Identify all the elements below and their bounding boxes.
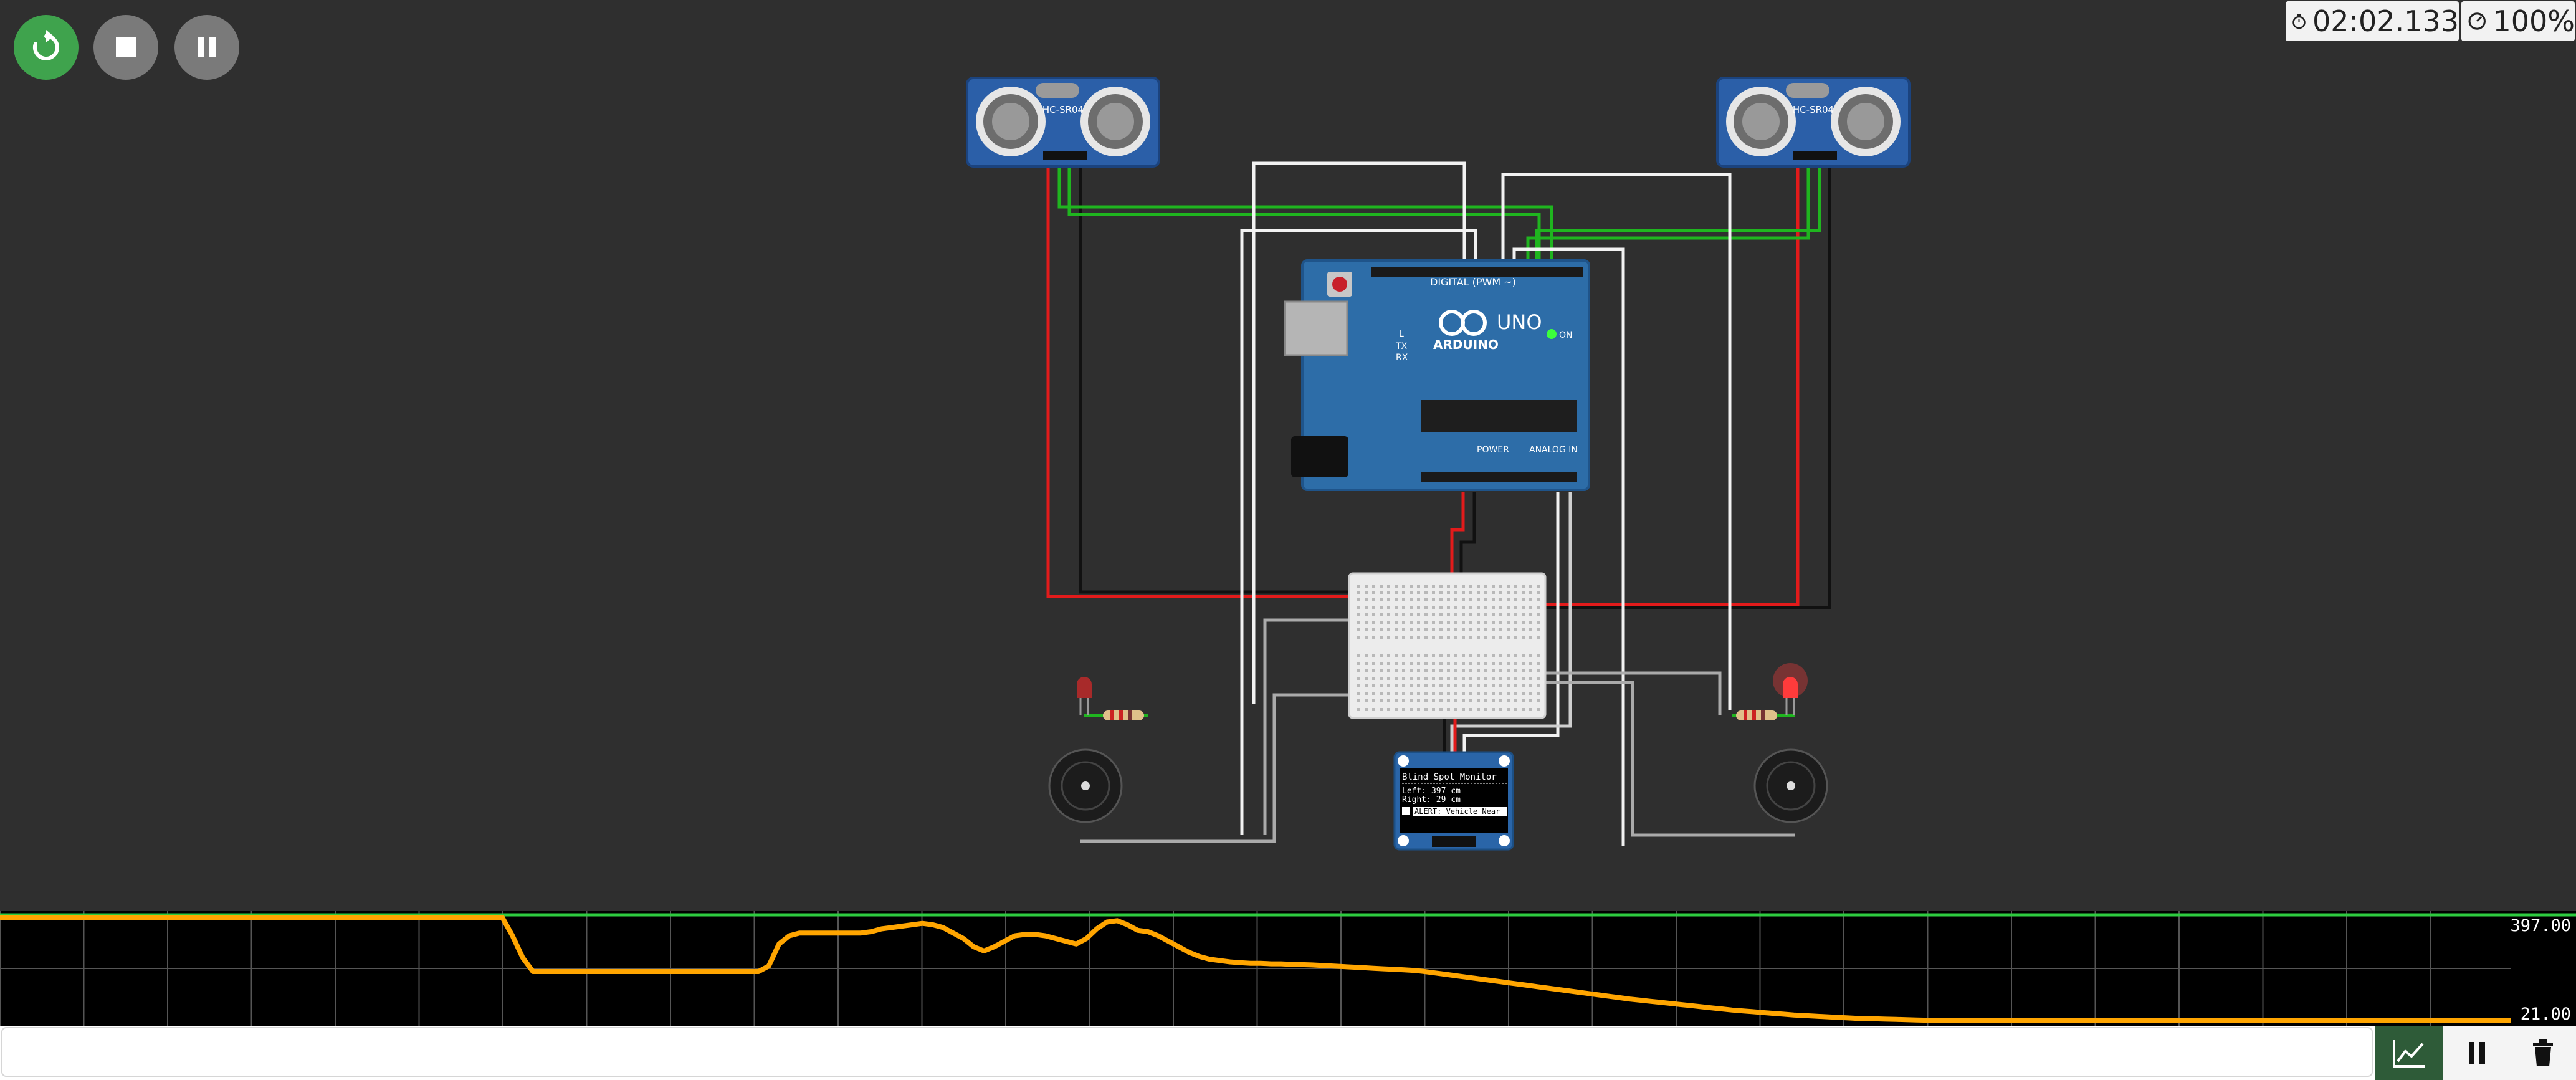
analog-label: ANALOG IN — [1529, 445, 1578, 455]
digital-header — [1371, 267, 1583, 277]
ultrasonic-sensor-right[interactable]: HC-SR04 — [1716, 77, 1911, 168]
usb-port — [1284, 300, 1348, 356]
wire-right-trig — [1535, 162, 1821, 267]
reset-button — [1332, 277, 1347, 292]
serial-input[interactable] — [1, 1027, 2373, 1077]
digital-label: DIGITAL (PWM ~) — [1430, 276, 1516, 288]
ultrasonic-sensor-left[interactable]: HC-SR04 — [966, 77, 1160, 168]
breadboard[interactable] — [1348, 572, 1547, 719]
oled-right-distance: Right: 29 cm — [1402, 795, 1461, 805]
serial-plotter: 397.00 21.00 — [0, 911, 2576, 1026]
resistor-right — [1736, 710, 1777, 720]
plotter-chart — [0, 911, 2576, 1026]
arduino-model: UNO — [1497, 310, 1542, 334]
trash-icon — [2533, 1039, 2553, 1066]
oled-display[interactable]: Blind Spot Monitor Left: 397 cm Right: 2… — [1393, 751, 1514, 851]
pause-icon — [2469, 1041, 2485, 1064]
sensor-left-label: HC-SR04 — [1042, 104, 1084, 115]
plotter-max-label: 397.00 — [2510, 916, 2571, 935]
oled-left-distance: Left: 397 cm — [1402, 786, 1461, 796]
serial-pause-button[interactable] — [2443, 1026, 2511, 1080]
oled-alert: ALERT: Vehicle Near — [1414, 807, 1500, 816]
led-left[interactable] — [1077, 677, 1092, 715]
buzzer-right[interactable] — [1753, 748, 1828, 823]
arduino-brand: ARDUINO — [1433, 337, 1499, 352]
atmega-chip — [1421, 400, 1577, 432]
rx-label: RX — [1396, 353, 1408, 363]
on-label: ON — [1559, 330, 1573, 340]
tx-label: TX — [1395, 342, 1408, 351]
power-label: POWER — [1477, 445, 1509, 455]
wire-right-echo — [1526, 162, 1810, 267]
power-jack — [1291, 436, 1348, 477]
on-led — [1547, 329, 1557, 339]
wire-left-echo — [1067, 162, 1541, 267]
plotter-min-label: 21.00 — [2520, 1005, 2571, 1024]
sensor-right-label: HC-SR04 — [1793, 104, 1834, 115]
buzzer-left[interactable] — [1048, 748, 1123, 823]
circuit-canvas[interactable]: HC-SR04 HC-SR04 DIGITAL (PWM ~) ARDUINO … — [0, 0, 2576, 911]
led-right[interactable] — [1773, 663, 1808, 715]
oled-title: Blind Spot Monitor — [1402, 772, 1497, 782]
l-label: L — [1399, 329, 1404, 339]
arduino-uno-board[interactable]: DIGITAL (PWM ~) ARDUINO UNO ON L TX RX P… — [1284, 259, 1590, 491]
chart-icon — [2393, 1039, 2425, 1068]
plotter-toggle-button[interactable] — [2375, 1026, 2444, 1080]
power-analog-header — [1421, 472, 1577, 482]
plotter-grid — [0, 911, 2511, 1026]
serial-clear-button[interactable] — [2509, 1026, 2576, 1080]
resistor-left — [1103, 710, 1144, 720]
serial-monitor-bar — [0, 1026, 2576, 1080]
